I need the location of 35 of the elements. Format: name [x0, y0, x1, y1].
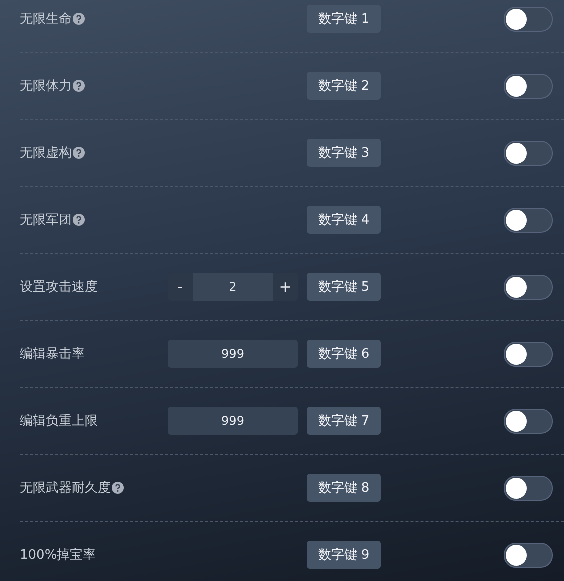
- help-icon[interactable]: [73, 147, 85, 159]
- option-label: 无限军团: [20, 212, 72, 229]
- toggle-switch[interactable]: [504, 342, 553, 366]
- option-label: 100%掉宝率: [20, 547, 96, 564]
- option-label: 无限生命: [20, 11, 72, 28]
- toggle-switch[interactable]: [504, 140, 553, 166]
- value-field[interactable]: 2: [193, 273, 273, 301]
- hotkey-button[interactable]: 数字键 6: [307, 340, 381, 368]
- value-field[interactable]: 999: [168, 340, 298, 368]
- help-icon[interactable]: [73, 13, 85, 25]
- option-label: 编辑负重上限: [20, 413, 98, 430]
- hotkey-button[interactable]: 数字键 1: [307, 5, 381, 33]
- option-label: 无限武器耐久度: [20, 480, 111, 497]
- toggle-switch[interactable]: [504, 74, 553, 98]
- help-icon[interactable]: [73, 80, 85, 92]
- toggle-switch[interactable]: [504, 542, 553, 568]
- toggle-switch[interactable]: [504, 476, 553, 500]
- toggle-switch[interactable]: [504, 408, 553, 434]
- option-label: 设置攻击速度: [20, 279, 98, 296]
- help-icon[interactable]: [73, 214, 85, 226]
- hotkey-button[interactable]: 数字键 9: [307, 541, 381, 569]
- value-field[interactable]: 999: [168, 407, 298, 435]
- option-label: 编辑暴击率: [20, 346, 85, 363]
- toggle-switch[interactable]: [504, 208, 553, 232]
- toggle-switch[interactable]: [504, 6, 553, 32]
- toggle-switch[interactable]: [504, 274, 553, 300]
- option-label: 无限体力: [20, 78, 72, 95]
- option-label: 无限虚构: [20, 145, 72, 162]
- hotkey-button[interactable]: 数字键 8: [307, 474, 381, 502]
- hotkey-button[interactable]: 数字键 4: [307, 206, 381, 234]
- hotkey-button[interactable]: 数字键 7: [307, 407, 381, 435]
- hotkey-button[interactable]: 数字键 5: [307, 273, 381, 301]
- help-icon[interactable]: [112, 482, 124, 494]
- hotkey-button[interactable]: 数字键 3: [307, 139, 381, 167]
- hotkey-button[interactable]: 数字键 2: [307, 72, 381, 100]
